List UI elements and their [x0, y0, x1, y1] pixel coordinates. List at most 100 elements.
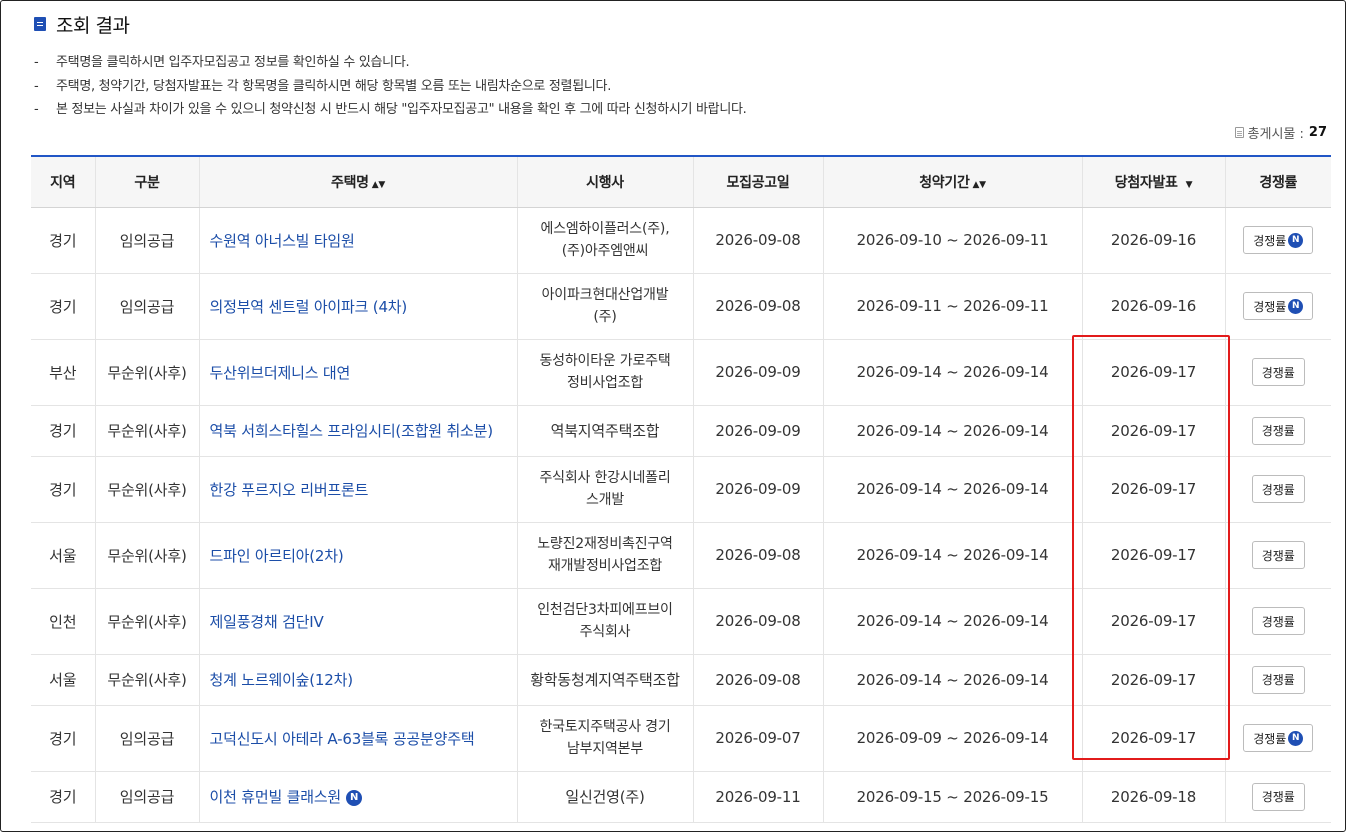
cell-developer: 동성하이타운 가로주택 정비사업조합 — [516, 339, 693, 406]
cell-developer: 아이파크현대산업개발 (주) — [516, 273, 693, 340]
cell-house: 고덕신도시 아테라 A-63블록 공공분양주택 — [198, 705, 517, 772]
competition-rate-button[interactable]: 경쟁률 N — [1243, 724, 1314, 752]
results-panel: 조회 결과 - 주택명을 클릭하시면 입주자모집공고 정보를 확인하실 수 있습니… — [0, 0, 1346, 832]
cell-rate: 경쟁률 — [1224, 339, 1331, 406]
table-row: 경기 무순위(사후) 역북 서희스타힐스 프라임시티(조합원 취소분) 역북지역주택조… — [31, 405, 1331, 457]
table-row: 부산 무순위(사후) 두산위브더제니스 대연 동성하이타운 가로주택 정비사업조합 20… — [31, 339, 1331, 406]
table-header-row: 지역 구분 주택명 ▲▼ 시행사 모집공고일 청약기간 ▲▼ 당첨자발표 ▼ 경쟁률 — [31, 156, 1331, 208]
cell-rate: 경쟁률 — [1224, 588, 1331, 655]
table-row: 경기 무순위(사후) 한강 푸르지오 리버프론트 주식회사 한강시네폴리 스개발 202… — [31, 456, 1331, 523]
cell-house: 수원역 아너스빌 타임원 — [198, 207, 517, 274]
document-icon — [34, 17, 46, 31]
cell-house: 한강 푸르지오 리버프론트 — [198, 456, 517, 523]
table-row: 서울 무순위(사후) 청계 노르웨이숲(12차) 황학동청계지역주택조합 2026-09… — [31, 654, 1331, 706]
cell-period: 2026-09-14 ~ 2026-09-14 — [822, 654, 1082, 706]
cell-house: 역북 서희스타힐스 프라임시티(조합원 취소분) — [198, 405, 517, 457]
house-name-link[interactable]: 이천 휴먼빌 클래스원 — [210, 788, 342, 806]
cell-rate: 경쟁률 N — [1224, 705, 1331, 772]
total-count-value: 27 — [1308, 125, 1327, 140]
table-row: 경기 임의공급 고덕신도시 아테라 A-63블록 공공분양주택 한국토지주택공사 경기… — [31, 705, 1331, 772]
cell-region: 경기 — [31, 207, 95, 274]
cell-region: 경기 — [31, 771, 95, 823]
cell-winner-date: 2026-09-16 — [1081, 273, 1225, 340]
house-name-link[interactable]: 고덕신도시 아테라 A-63블록 공공분양주택 — [210, 730, 475, 748]
cell-type: 무순위(사후) — [94, 654, 199, 706]
cell-rate: 경쟁률 — [1224, 771, 1331, 823]
page-title: 조회 결과 — [56, 14, 130, 37]
cell-period: 2026-09-14 ~ 2026-09-14 — [822, 588, 1082, 655]
competition-rate-button[interactable]: 경쟁률 — [1251, 416, 1305, 445]
cell-developer: 에스엠하이플러스(주), (주)아주엠앤씨 — [516, 207, 693, 274]
header-house-sort[interactable]: 주택명 ▲▼ — [198, 156, 517, 208]
cell-developer: 한국토지주택공사 경기 남부지역본부 — [516, 705, 693, 772]
cell-region: 경기 — [31, 405, 95, 457]
cell-winner-date: 2026-09-18 — [1081, 771, 1225, 823]
cell-notice-date: 2026-09-07 — [692, 705, 823, 772]
total-label: 총게시물 : — [1247, 127, 1304, 142]
cell-winner-date: 2026-09-17 — [1081, 456, 1225, 523]
house-name-link[interactable]: 두산위브더제니스 대연 — [210, 364, 351, 382]
cell-notice-date: 2026-09-08 — [692, 522, 823, 589]
cell-region: 서울 — [31, 654, 95, 706]
cell-developer: 주식회사 한강시네폴리 스개발 — [516, 456, 693, 523]
competition-rate-button[interactable]: 경쟁률 — [1251, 475, 1305, 503]
cell-region: 경기 — [31, 456, 95, 523]
competition-rate-button[interactable]: 경쟁률 — [1251, 541, 1305, 569]
house-name-link[interactable]: 청계 노르웨이숲(12차) — [210, 671, 354, 689]
cell-notice-date: 2026-09-09 — [692, 405, 823, 457]
cell-notice-date: 2026-09-11 — [692, 771, 823, 823]
cell-period: 2026-09-11 ~ 2026-09-11 — [822, 273, 1082, 340]
cell-rate: 경쟁률 N — [1224, 207, 1331, 274]
cell-developer: 인천검단3차피에프브이 주식회사 — [516, 588, 693, 655]
cell-period: 2026-09-15 ~ 2026-09-15 — [822, 771, 1082, 823]
house-name-link[interactable]: 드파인 아르티아(2차) — [210, 547, 344, 565]
list-icon — [1234, 127, 1244, 138]
cell-winner-date: 2026-09-17 — [1081, 405, 1225, 457]
table-row: 경기 임의공급 수원역 아너스빌 타임원 에스엠하이플러스(주), (주)아주엠앤씨 2… — [31, 207, 1331, 274]
cell-developer: 황학동청계지역주택조합 — [516, 654, 693, 706]
cell-rate: 경쟁률 — [1224, 522, 1331, 589]
table-row: 경기 임의공급 의정부역 센트럴 아이파크 (4차) 아이파크현대산업개발 (주) 20… — [31, 273, 1331, 340]
cell-period: 2026-09-10 ~ 2026-09-11 — [822, 207, 1082, 274]
cell-region: 부산 — [31, 339, 95, 406]
cell-developer: 역북지역주택조합 — [516, 405, 693, 457]
notice-item: - 주택명을 클릭하시면 입주자모집공고 정보를 확인하실 수 있습니다. — [34, 55, 410, 70]
competition-rate-button[interactable]: 경쟁률 N — [1243, 292, 1314, 320]
cell-type: 무순위(사후) — [94, 339, 199, 406]
sort-icon: ▲▼ — [972, 179, 987, 190]
cell-period: 2026-09-14 ~ 2026-09-14 — [822, 405, 1082, 457]
house-name-link[interactable]: 제일풍경채 검단IV — [210, 613, 324, 631]
house-name-link[interactable]: 의정부역 센트럴 아이파크 (4차) — [210, 298, 408, 316]
cell-notice-date: 2026-09-09 — [692, 339, 823, 406]
notice-list: - 주택명을 클릭하시면 입주자모집공고 정보를 확인하실 수 있습니다. - 주택… — [34, 51, 747, 122]
notice-item: -본 정보는 사실과 차이가 있을 수 있으니 청약신청 시 반드시 해당 "입… — [34, 102, 747, 117]
house-name-link[interactable]: 수원역 아너스빌 타임원 — [210, 232, 355, 250]
cell-house: 청계 노르웨이숲(12차) — [198, 654, 517, 706]
cell-house: 드파인 아르티아(2차) — [198, 522, 517, 589]
cell-period: 2026-09-14 ~ 2026-09-14 — [822, 339, 1082, 406]
cell-region: 서울 — [31, 522, 95, 589]
cell-house: 두산위브더제니스 대연 — [198, 339, 517, 406]
header-region: 지역 — [31, 156, 95, 208]
cell-house: 이천 휴먼빌 클래스원 N — [198, 771, 517, 823]
cell-house: 의정부역 센트럴 아이파크 (4차) — [198, 273, 517, 340]
house-name-link[interactable]: 한강 푸르지오 리버프론트 — [210, 481, 369, 499]
cell-house: 제일풍경채 검단IV — [198, 588, 517, 655]
header-winner-date-sort[interactable]: 당첨자발표 ▼ — [1081, 156, 1225, 208]
results-table: 지역 구분 주택명 ▲▼ 시행사 모집공고일 청약기간 ▲▼ 당첨자발표 ▼ 경쟁률 … — [31, 155, 1331, 823]
total-count: 총게시물 : 27 — [1234, 123, 1327, 142]
competition-rate-button[interactable]: 경쟁률 — [1251, 607, 1305, 635]
cell-rate: 경쟁률 N — [1224, 273, 1331, 340]
cell-winner-date: 2026-09-17 — [1081, 522, 1225, 589]
header-period-sort[interactable]: 청약기간 ▲▼ — [822, 156, 1082, 208]
cell-winner-date: 2026-09-17 — [1081, 339, 1225, 406]
competition-rate-button[interactable]: 경쟁률 — [1251, 782, 1305, 811]
competition-rate-button[interactable]: 경쟁률 — [1251, 665, 1305, 694]
competition-rate-button[interactable]: 경쟁률 N — [1243, 226, 1314, 254]
cell-region: 경기 — [31, 705, 95, 772]
house-name-link[interactable]: 역북 서희스타힐스 프라임시티(조합원 취소분) — [210, 422, 494, 440]
competition-rate-button[interactable]: 경쟁률 — [1251, 358, 1305, 386]
cell-rate: 경쟁률 — [1224, 456, 1331, 523]
cell-region: 인천 — [31, 588, 95, 655]
cell-period: 2026-09-14 ~ 2026-09-14 — [822, 522, 1082, 589]
